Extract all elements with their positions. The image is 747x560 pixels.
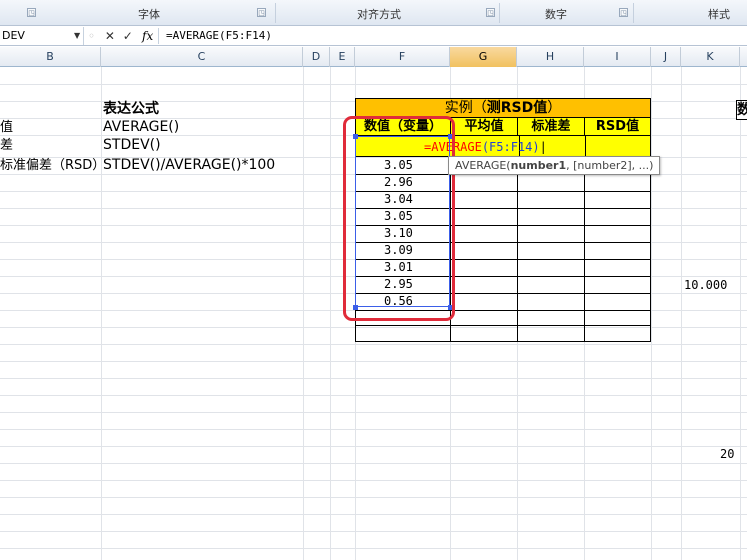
ribbon-group-alignment: 对齐方式 bbox=[357, 8, 401, 21]
ribbon-group-font: 字体 bbox=[138, 8, 160, 21]
column-header-g[interactable]: G bbox=[450, 47, 517, 67]
formula-heading: 表达公式 bbox=[103, 101, 159, 117]
number-dialog-launcher-icon[interactable]: ◳ bbox=[619, 8, 628, 17]
tooltip-current-arg[interactable]: number1 bbox=[511, 159, 567, 172]
ribbon-separator bbox=[275, 3, 276, 23]
title-prefix: 实例（ bbox=[444, 100, 487, 116]
title-bold: 测RSD值 bbox=[486, 100, 548, 116]
column-header-i[interactable]: I bbox=[584, 47, 651, 67]
column-header-k[interactable]: K bbox=[681, 47, 740, 67]
cancel-icon[interactable]: ✕ bbox=[105, 29, 115, 43]
ribbon-separator bbox=[499, 3, 500, 23]
insert-function-icon[interactable]: fx bbox=[142, 27, 153, 45]
column-header-h[interactable]: H bbox=[517, 47, 584, 67]
header-mean[interactable]: 平均值 bbox=[450, 118, 518, 136]
offscreen-table-title: 数 bbox=[736, 100, 747, 120]
name-box-dropdown-icon[interactable]: ▼ bbox=[74, 27, 80, 45]
stat-name-stdev: 差 bbox=[0, 138, 14, 153]
cell-k-value-2[interactable]: 20 bbox=[720, 446, 734, 462]
font-dialog-launcher-icon[interactable]: ◳ bbox=[27, 8, 36, 17]
formula-bar-icons: ◦ ✕ ✓ bbox=[88, 27, 133, 45]
stat-name-rsd: 标准偏差（RSD） bbox=[0, 158, 106, 173]
alignment-dialog-launcher-icon[interactable]: ◳ bbox=[486, 8, 495, 17]
formula-bar-separator bbox=[158, 28, 159, 44]
name-box[interactable]: DEV bbox=[0, 27, 84, 45]
header-rsd[interactable]: RSD值 bbox=[584, 118, 651, 136]
stat-formula-rsd: STDEV()/AVERAGE()*100 bbox=[103, 157, 276, 173]
stat-formula-mean: AVERAGE() bbox=[103, 119, 180, 135]
ribbon-group-number: 数字 bbox=[545, 8, 567, 21]
tooltip-function[interactable]: AVERAGE( bbox=[455, 159, 511, 172]
column-header-e[interactable]: E bbox=[330, 47, 355, 67]
title-suffix: ） bbox=[547, 100, 562, 116]
column-header-b[interactable]: B bbox=[0, 47, 101, 67]
cell-k-value[interactable]: 10.000 bbox=[684, 277, 727, 293]
stat-name-mean: 值 bbox=[0, 120, 14, 135]
ribbon-group-styles: 样式 bbox=[708, 8, 730, 21]
stat-formula-stdev: STDEV() bbox=[103, 137, 161, 153]
font-group-launcher-icon[interactable]: ◳ bbox=[257, 8, 266, 17]
formula-bar-grip-icon: ◦ bbox=[88, 29, 96, 43]
column-header-d[interactable]: D bbox=[303, 47, 330, 67]
header-stdev[interactable]: 标准差 bbox=[517, 118, 585, 136]
column-header-j[interactable]: J bbox=[651, 47, 681, 67]
ribbon-separator bbox=[633, 3, 634, 23]
annotation-highlight-ring bbox=[343, 116, 455, 321]
column-header-c[interactable]: C bbox=[101, 47, 303, 67]
tooltip-rest: , [number2], ...) bbox=[566, 159, 654, 172]
function-argument-tooltip[interactable]: AVERAGE(number1, [number2], ...) bbox=[448, 156, 661, 175]
enter-icon[interactable]: ✓ bbox=[123, 29, 133, 43]
example-table-title: 实例（测RSD值） bbox=[355, 98, 651, 118]
formula-input[interactable]: =AVERAGE(F5:F14) bbox=[166, 27, 272, 45]
column-header-f[interactable]: F bbox=[355, 47, 450, 67]
